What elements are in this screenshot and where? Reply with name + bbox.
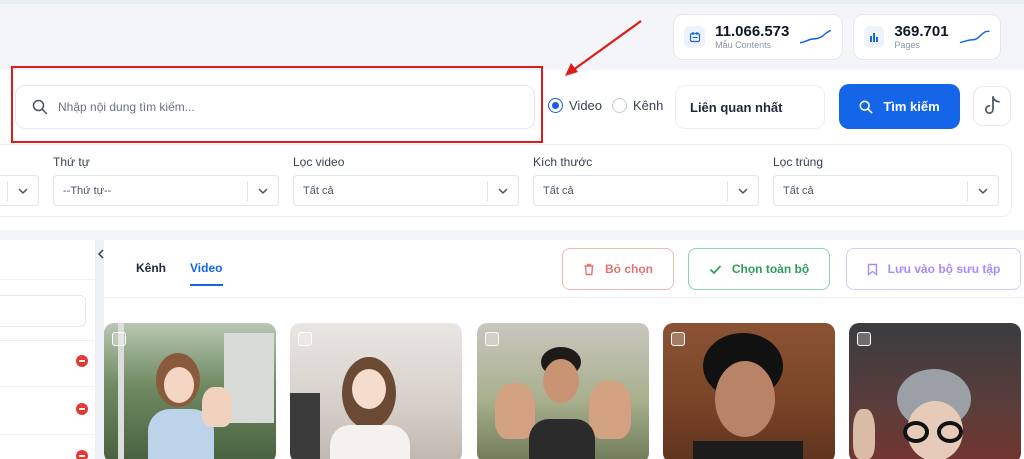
stat-contents: 11.066.573 Mẫu Contents bbox=[673, 14, 843, 60]
filter-select-size[interactable]: Tất cả bbox=[533, 175, 759, 206]
tab-video[interactable]: Video bbox=[190, 261, 222, 275]
check-icon bbox=[709, 264, 721, 274]
divider bbox=[0, 434, 96, 435]
bar-chart-icon bbox=[864, 26, 885, 48]
chevron-down-icon bbox=[978, 188, 988, 195]
remove-icon[interactable] bbox=[76, 355, 88, 367]
video-select-checkbox[interactable] bbox=[485, 332, 499, 346]
chevron-down-icon bbox=[258, 188, 268, 195]
annotation-highlight-box bbox=[11, 66, 543, 143]
video-card[interactable] bbox=[104, 323, 276, 459]
select-separator bbox=[727, 181, 728, 201]
video-select-checkbox[interactable] bbox=[112, 332, 126, 346]
shirt-shape bbox=[693, 441, 803, 459]
bookmark-icon bbox=[867, 263, 877, 276]
face-shape bbox=[715, 361, 775, 437]
search-button-label: Tìm kiếm bbox=[883, 99, 940, 114]
select-separator bbox=[7, 181, 8, 201]
divider bbox=[0, 279, 96, 280]
sort-select[interactable]: Liên quan nhất bbox=[675, 85, 825, 129]
filter-select-partial[interactable] bbox=[0, 175, 39, 206]
video-select-checkbox[interactable] bbox=[857, 332, 871, 346]
save-collection-button-label: Lưu vào bộ sưu tập bbox=[887, 262, 1001, 276]
remove-icon[interactable] bbox=[76, 450, 88, 459]
video-card[interactable] bbox=[849, 323, 1021, 459]
tab-channel[interactable]: Kênh bbox=[136, 261, 166, 275]
top-band bbox=[0, 0, 1024, 4]
filter-select-order-value: --Thứ tự-- bbox=[63, 184, 112, 197]
radio-video[interactable]: Video bbox=[548, 98, 602, 113]
deselect-button-label: Bỏ chọn bbox=[605, 262, 653, 276]
save-collection-button[interactable]: Lưu vào bộ sưu tập bbox=[846, 248, 1021, 290]
hand-shape bbox=[202, 387, 232, 427]
left-panel bbox=[0, 240, 96, 459]
stat-pages-value: 369.701 bbox=[894, 23, 949, 40]
search-icon bbox=[859, 100, 873, 113]
radio-video-dot[interactable] bbox=[548, 98, 563, 113]
tab-active-indicator bbox=[190, 284, 223, 286]
select-separator bbox=[487, 181, 488, 201]
filter-select-duplicate-value: Tất cả bbox=[783, 184, 814, 197]
filter-select-duplicate[interactable]: Tất cả bbox=[773, 175, 999, 206]
stat-pages-label: Pages bbox=[894, 40, 920, 50]
radio-channel[interactable]: Kênh bbox=[612, 98, 663, 113]
filter-select-video[interactable]: Tất cả bbox=[293, 175, 519, 206]
select-all-button[interactable]: Chọn toàn bộ bbox=[688, 248, 830, 290]
select-separator bbox=[967, 181, 968, 201]
deselect-button[interactable]: Bỏ chọn bbox=[562, 248, 674, 290]
hand-shape bbox=[495, 383, 535, 439]
video-select-checkbox[interactable] bbox=[298, 332, 312, 346]
filter-select-size-value: Tất cả bbox=[543, 184, 574, 197]
left-panel-input[interactable] bbox=[0, 295, 86, 327]
radio-channel-dot[interactable] bbox=[612, 98, 627, 113]
annotation-arrow-icon bbox=[565, 20, 642, 76]
filter-label-duplicate: Lọc trùng bbox=[773, 155, 824, 169]
furniture-shape bbox=[290, 393, 320, 459]
hand-shape bbox=[589, 381, 631, 439]
divider bbox=[0, 386, 96, 387]
filter-label-size: Kích thước bbox=[533, 155, 593, 169]
radio-channel-label: Kênh bbox=[633, 98, 664, 113]
face-shape bbox=[352, 369, 386, 409]
sparkline-icon bbox=[800, 29, 832, 44]
chevron-down-icon bbox=[498, 188, 508, 195]
filter-label-video: Lọc video bbox=[293, 155, 345, 169]
calendar-icon bbox=[684, 26, 706, 48]
face-shape bbox=[164, 367, 194, 403]
video-card[interactable] bbox=[477, 323, 649, 459]
search-button[interactable]: Tìm kiếm bbox=[839, 84, 960, 129]
tiktok-button[interactable] bbox=[973, 86, 1011, 126]
stat-contents-label: Mẫu Contents bbox=[715, 40, 772, 50]
sparkline-icon bbox=[959, 30, 990, 44]
glasses-shape bbox=[937, 421, 963, 443]
video-card[interactable] bbox=[290, 323, 462, 459]
dress-shape bbox=[330, 425, 410, 459]
video-select-checkbox[interactable] bbox=[671, 332, 685, 346]
stat-pages: 369.701 Pages bbox=[853, 14, 1001, 60]
divider bbox=[104, 297, 1024, 298]
filter-select-order[interactable]: --Thứ tự-- bbox=[53, 175, 279, 206]
select-separator bbox=[247, 181, 248, 201]
chevron-down-icon bbox=[738, 188, 748, 195]
stat-contents-value: 11.066.573 bbox=[715, 23, 790, 40]
radio-video-label: Video bbox=[569, 98, 603, 113]
trash-icon bbox=[584, 263, 594, 275]
chevron-down-icon bbox=[18, 188, 28, 195]
divider bbox=[0, 340, 96, 341]
filter-select-video-value: Tất cả bbox=[303, 184, 334, 197]
hand-shape bbox=[853, 409, 875, 459]
select-all-button-label: Chọn toàn bộ bbox=[731, 262, 810, 276]
filter-label-order: Thứ tự bbox=[53, 155, 90, 169]
video-card[interactable] bbox=[663, 323, 835, 459]
remove-icon[interactable] bbox=[76, 403, 88, 415]
face-shape bbox=[543, 359, 579, 403]
shirt-shape bbox=[529, 419, 595, 459]
glasses-shape bbox=[903, 421, 929, 443]
tiktok-icon bbox=[984, 96, 1000, 114]
